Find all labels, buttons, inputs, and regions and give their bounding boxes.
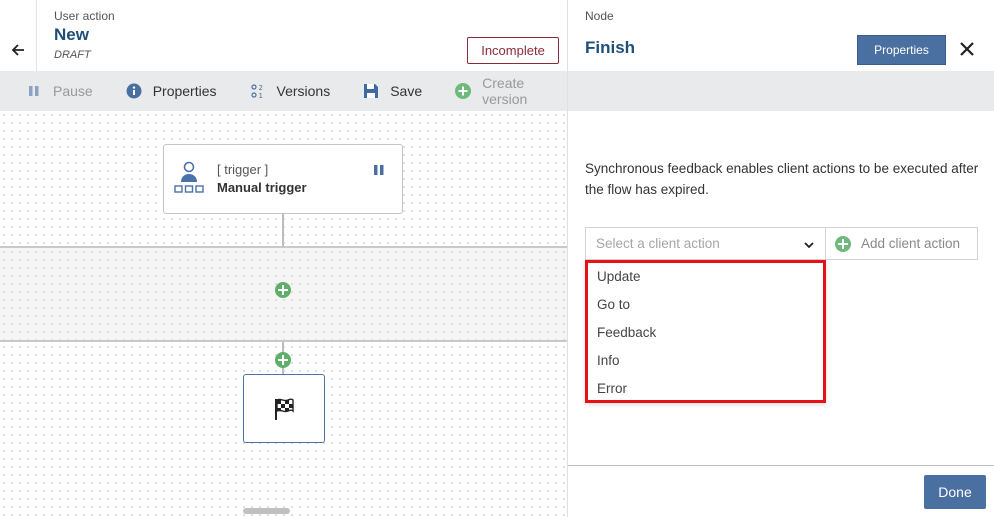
add-client-action-label: Add client action <box>861 236 961 251</box>
trigger-node[interactable]: [ trigger ] Manual trigger <box>163 144 403 214</box>
properties-button[interactable]: Properties <box>126 83 217 99</box>
versions-button[interactable]: 21 Versions <box>250 83 331 99</box>
panel-title: Finish <box>585 38 636 57</box>
dropdown-option-go-to[interactable]: Go to <box>588 290 823 318</box>
pause-icon <box>26 83 42 99</box>
create-version-label: Create version <box>482 75 528 107</box>
description-text: Synchronous feedback enables client acti… <box>585 161 979 197</box>
add-client-action-button[interactable]: Add client action <box>825 227 978 260</box>
info-icon <box>126 83 142 99</box>
versions-icon: 21 <box>250 83 266 99</box>
user-hierarchy-icon <box>174 161 204 193</box>
footer-divider <box>568 465 994 466</box>
close-icon <box>960 42 974 56</box>
chevron-down-icon <box>804 242 814 249</box>
add-node-button[interactable] <box>275 282 291 298</box>
close-button[interactable] <box>956 38 978 60</box>
done-button[interactable]: Done <box>924 475 986 509</box>
select-placeholder: Select a client action <box>596 236 720 251</box>
flow-editor-pane: User action New DRAFT Incomplete Pause P… <box>0 0 567 517</box>
dropdown-option-info[interactable]: Info <box>588 346 823 374</box>
status-badge[interactable]: Incomplete <box>467 37 559 64</box>
horizontal-scrollbar[interactable] <box>243 508 290 514</box>
flow-title: New <box>54 25 89 44</box>
plus-circle-icon <box>835 235 851 252</box>
save-button[interactable]: Save <box>363 83 422 99</box>
save-label: Save <box>390 83 423 99</box>
save-icon <box>363 83 379 99</box>
svg-text:1: 1 <box>258 92 262 99</box>
pause-label: Pause <box>53 83 93 99</box>
svg-text:2: 2 <box>258 84 262 92</box>
panel-toolbar <box>568 71 994 111</box>
create-version-button[interactable]: Create version <box>455 75 534 107</box>
dropdown-option-feedback[interactable]: Feedback <box>588 318 823 346</box>
flow-state: DRAFT <box>54 49 91 61</box>
client-action-dropdown: Update Go to Feedback Info Error <box>585 260 826 403</box>
flow-canvas[interactable]: [ trigger ] Manual trigger <box>0 111 567 517</box>
arrow-left-icon <box>11 43 24 56</box>
client-action-select[interactable]: Select a client action <box>585 227 826 260</box>
connector-line <box>282 214 284 247</box>
trigger-name-label: Manual trigger <box>217 180 307 195</box>
back-button[interactable] <box>0 0 37 71</box>
pause-button[interactable]: Pause <box>26 83 93 99</box>
checkered-flag-icon <box>275 398 294 420</box>
add-node-button[interactable] <box>275 352 291 368</box>
plus-circle-icon <box>455 83 472 99</box>
properties-button[interactable]: Properties <box>857 35 946 65</box>
dropdown-option-update[interactable]: Update <box>588 262 823 290</box>
panel-subtitle: Node <box>585 9 614 23</box>
finish-node[interactable] <box>243 374 325 443</box>
flow-header: User action New DRAFT Incomplete <box>0 0 567 71</box>
trigger-type-label: [ trigger ] <box>217 162 269 177</box>
properties-label: Properties <box>152 83 217 99</box>
dropdown-option-error[interactable]: Error <box>588 374 823 402</box>
versions-label: Versions <box>276 83 331 99</box>
node-properties-panel: Node Finish Properties Synchronous feedb… <box>567 0 994 517</box>
toolbar: Pause Properties 21 Versions Save Create… <box>0 71 567 111</box>
flow-type-label: User action <box>54 9 115 23</box>
pause-icon[interactable] <box>373 164 385 176</box>
